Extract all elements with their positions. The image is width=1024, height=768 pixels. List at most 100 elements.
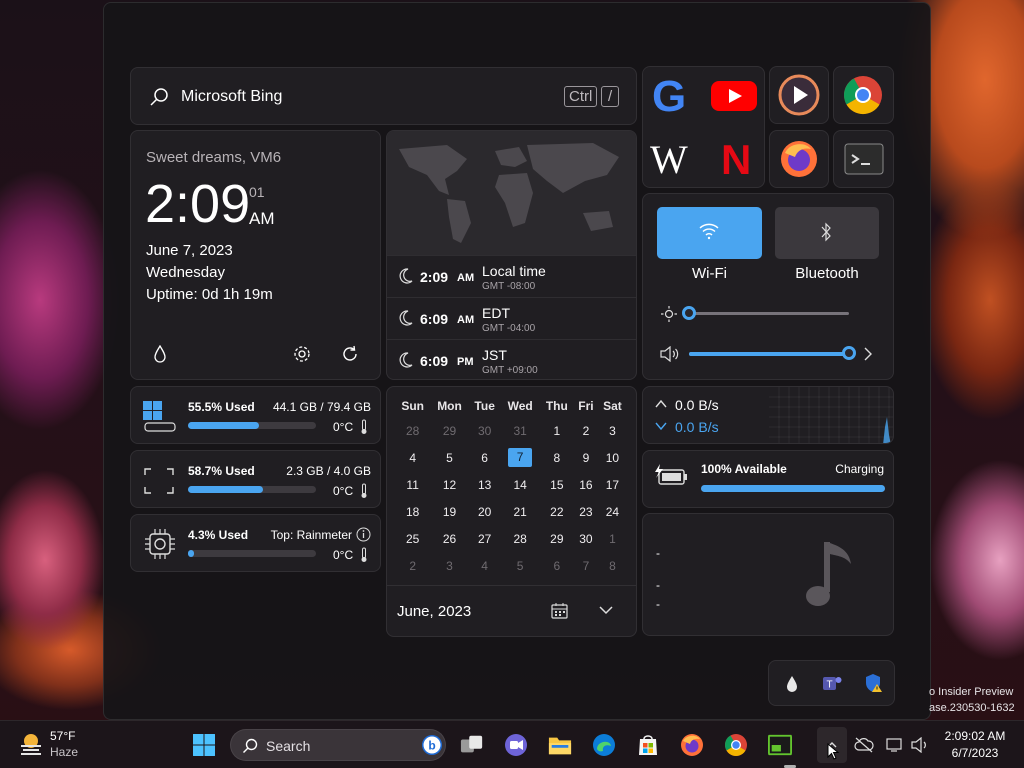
network-icon[interactable] <box>886 737 904 753</box>
chevron-down-icon[interactable] <box>599 605 613 615</box>
google-icon[interactable]: G <box>652 72 686 122</box>
calendar-day[interactable]: 14 <box>501 471 540 498</box>
bing-icon[interactable]: b <box>421 734 443 756</box>
brightness-slider[interactable] <box>682 306 849 320</box>
chrome-taskbar-icon[interactable] <box>724 733 748 757</box>
taskbar-date[interactable]: 6/7/2023 <box>935 746 1015 760</box>
calendar-day[interactable]: 18 <box>395 498 430 525</box>
calendar-day[interactable]: 19 <box>430 498 468 525</box>
cpu-widget: 4.3% Used Top: Rainmeter 0°C <box>130 514 381 572</box>
volume-slider[interactable] <box>689 346 856 360</box>
calendar-day[interactable]: 4 <box>469 552 501 579</box>
netflix-icon[interactable]: N <box>721 136 751 184</box>
calendar-day[interactable]: 25 <box>395 525 430 552</box>
chevron-right-icon[interactable] <box>863 347 873 361</box>
calendar-day[interactable]: 26 <box>430 525 468 552</box>
file-explorer-icon[interactable] <box>548 733 572 757</box>
calendar-day[interactable]: 1 <box>598 525 627 552</box>
calendar-day[interactable]: 30 <box>574 525 598 552</box>
calendar-day[interactable]: 8 <box>598 552 627 579</box>
cloud-offline-icon[interactable] <box>854 737 874 753</box>
calendar-day[interactable]: 5 <box>430 444 468 471</box>
timezone-row: 6:09 AM EDT GMT -04:00 <box>387 297 636 339</box>
calendar-day[interactable]: 28 <box>395 417 430 444</box>
calendar-day[interactable]: 17 <box>598 471 627 498</box>
refresh-icon[interactable] <box>341 345 359 363</box>
calendar-day[interactable]: 3 <box>598 417 627 444</box>
uptime: Uptime: 0d 1h 19m <box>146 286 273 303</box>
brightness-knob[interactable] <box>682 306 696 320</box>
calendar-day[interactable]: 21 <box>501 498 540 525</box>
water-drop-tray-icon[interactable] <box>785 675 799 693</box>
calendar-day[interactable]: 4 <box>395 444 430 471</box>
taskbar-search[interactable]: Search b <box>230 729 446 761</box>
calendar-day[interactable]: 31 <box>501 417 540 444</box>
show-hidden-icons-button[interactable] <box>817 727 847 763</box>
calendar-day[interactable]: 13 <box>469 471 501 498</box>
bluetooth-toggle[interactable] <box>775 207 879 259</box>
calendar-day-number: 8 <box>609 558 616 573</box>
calendar-day[interactable]: 15 <box>540 471 574 498</box>
calendar-day[interactable]: 1 <box>540 417 574 444</box>
calendar-day-selected[interactable]: 7 <box>501 444 540 471</box>
calendar-day[interactable]: 7 <box>574 552 598 579</box>
calendar-day[interactable]: 30 <box>469 417 501 444</box>
calendar-day[interactable]: 2 <box>574 417 598 444</box>
calendar-day-number: 6 <box>553 558 561 573</box>
water-drop-icon[interactable] <box>153 345 167 363</box>
taskbar-time[interactable]: 2:09:02 AM <box>935 729 1015 743</box>
task-view-icon[interactable] <box>460 733 484 757</box>
edge-icon[interactable] <box>592 733 616 757</box>
youtube-icon[interactable] <box>711 81 759 111</box>
wifi-toggle[interactable] <box>657 207 762 259</box>
calendar-day[interactable]: 3 <box>430 552 468 579</box>
taskbar-volume-icon[interactable] <box>910 737 930 753</box>
calendar-month-label[interactable]: June, 2023 <box>397 603 471 620</box>
calendar-day[interactable]: 27 <box>469 525 501 552</box>
calendar-day[interactable]: 5 <box>501 552 540 579</box>
calendar-day[interactable]: 29 <box>430 417 468 444</box>
teams-chat-icon[interactable] <box>504 733 528 757</box>
weather-temp[interactable]: 57°F <box>50 729 75 743</box>
info-icon[interactable] <box>356 527 371 542</box>
volume-icon[interactable] <box>659 346 679 362</box>
weather-haze-icon[interactable] <box>18 731 44 757</box>
calendar-day[interactable]: 16 <box>574 471 598 498</box>
calendar-day[interactable]: 11 <box>395 471 430 498</box>
calendar-day[interactable]: 24 <box>598 498 627 525</box>
calendar-day-number: 1 <box>609 531 616 546</box>
windows-start-icon[interactable] <box>192 733 216 757</box>
battery-charging-icon <box>655 464 687 485</box>
moon-icon <box>399 310 413 326</box>
bing-search-bar[interactable]: Microsoft Bing Ctrl / <box>130 67 637 125</box>
calendar-icon[interactable] <box>551 602 568 619</box>
teams-icon[interactable]: T <box>822 674 842 692</box>
terminal-icon[interactable] <box>844 143 884 175</box>
calendar-day[interactable]: 8 <box>540 444 574 471</box>
calendar-day[interactable]: 20 <box>469 498 501 525</box>
chrome-icon[interactable] <box>843 75 883 115</box>
firefox-taskbar-icon[interactable] <box>680 733 704 757</box>
calendar-day-number: 12 <box>442 477 457 492</box>
calendar-day[interactable]: 2 <box>395 552 430 579</box>
terminal-taskbar-icon[interactable] <box>768 733 792 757</box>
calendar-day[interactable]: 22 <box>540 498 574 525</box>
calendar-day[interactable]: 6 <box>469 444 501 471</box>
media-player-icon[interactable] <box>778 74 820 116</box>
volume-knob[interactable] <box>842 346 856 360</box>
settings-gear-icon[interactable] <box>293 345 311 363</box>
calendar-day[interactable]: 9 <box>574 444 598 471</box>
calendar-day[interactable]: 12 <box>430 471 468 498</box>
firefox-icon[interactable] <box>779 139 819 179</box>
tz-label: Local time <box>482 263 546 279</box>
wikipedia-icon[interactable]: W <box>650 136 688 183</box>
calendar-day[interactable]: 6 <box>540 552 574 579</box>
calendar-day[interactable]: 29 <box>540 525 574 552</box>
upload-speed: 0.0 B/s <box>675 397 719 413</box>
calendar-day[interactable]: 10 <box>598 444 627 471</box>
calendar-day[interactable]: 23 <box>574 498 598 525</box>
calendar-day[interactable]: 28 <box>501 525 540 552</box>
store-icon[interactable] <box>636 733 660 757</box>
security-warning-icon[interactable] <box>863 673 883 693</box>
weather-desc[interactable]: Haze <box>50 745 78 759</box>
